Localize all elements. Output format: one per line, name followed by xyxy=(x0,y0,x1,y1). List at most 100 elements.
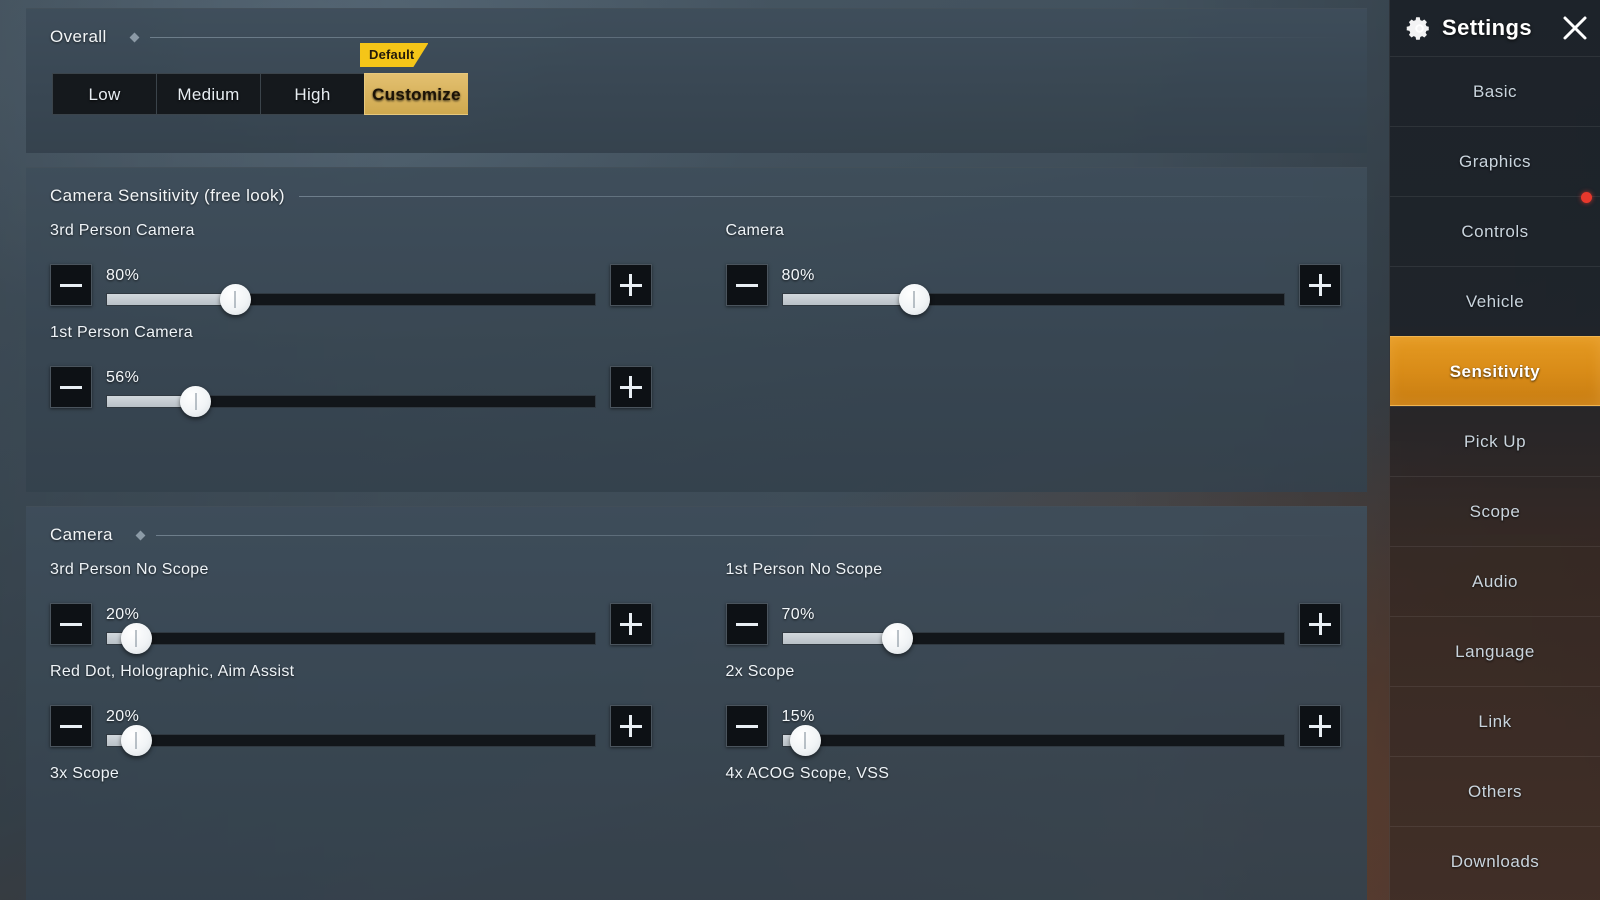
sidebar-item-label: Sensitivity xyxy=(1449,362,1541,381)
sidebar-item-label: Link xyxy=(1478,712,1512,731)
slider-thumb[interactable] xyxy=(882,623,914,654)
slider-3x-scope: 3x Scope xyxy=(50,765,652,785)
sidebar-item-label: Basic xyxy=(1472,82,1518,101)
camera-section-header: Camera xyxy=(26,507,1367,547)
slider-track[interactable] xyxy=(781,623,1285,654)
increase-button[interactable] xyxy=(1299,264,1341,306)
slider-label: 1st Person Camera xyxy=(50,324,193,341)
overall-panel: Overall Low Medium High Customize Defaul… xyxy=(26,8,1367,153)
increase-button[interactable] xyxy=(1299,705,1341,747)
sidebar-header: Settings xyxy=(1390,0,1600,56)
slider-thumb[interactable] xyxy=(219,284,251,315)
slider-thumb[interactable] xyxy=(120,725,152,756)
decrease-button[interactable] xyxy=(725,264,768,306)
slider-value: 15% xyxy=(781,708,815,725)
increase-button[interactable] xyxy=(609,603,652,645)
divider-line xyxy=(149,36,1341,38)
decrease-button[interactable] xyxy=(50,705,92,747)
slider-fill xyxy=(107,294,236,305)
slider-track[interactable] xyxy=(106,623,596,654)
settings-content: Overall Low Medium High Customize Defaul… xyxy=(0,0,1389,900)
camera-sensitivity-panel: Camera Sensitivity (free look) 3rd Perso… xyxy=(26,167,1367,492)
camera-sensitivity-title: Camera Sensitivity (free look) xyxy=(50,186,285,205)
preset-high-button[interactable]: High xyxy=(260,73,364,115)
sidebar-item-language[interactable]: Language xyxy=(1390,616,1600,686)
overall-title: Overall xyxy=(50,27,107,46)
slider-value: 56% xyxy=(106,369,140,386)
divider-line xyxy=(298,195,1341,197)
sidebar-item-link[interactable]: Link xyxy=(1390,686,1600,756)
slider-fill xyxy=(782,633,898,644)
preset-customize-button[interactable]: Customize xyxy=(364,73,468,115)
increase-button[interactable] xyxy=(1299,603,1341,645)
slider-thumb[interactable] xyxy=(898,284,930,315)
slider-track[interactable] xyxy=(106,284,596,315)
slider-track[interactable] xyxy=(106,725,596,756)
diamond-icon xyxy=(135,530,146,540)
slider-label: Red Dot, Holographic, Aim Assist xyxy=(50,663,295,680)
sidebar-item-label: Scope xyxy=(1469,502,1521,521)
sidebar-item-label: Audio xyxy=(1472,572,1518,591)
sidebar-item-label: Vehicle xyxy=(1465,292,1525,311)
camera-grid: 3rd Person No Scope 20% Red Dot, Hologra… xyxy=(26,547,1367,791)
gear-icon xyxy=(1406,15,1433,42)
sidebar-item-label: Downloads xyxy=(1450,852,1540,871)
decrease-button[interactable] xyxy=(50,366,92,408)
slider-value: 20% xyxy=(106,606,140,623)
decrease-button[interactable] xyxy=(50,264,92,306)
slider-red-dot-holographic-aim-assist: Red Dot, Holographic, Aim Assist 20% xyxy=(50,663,652,756)
slider-track[interactable] xyxy=(781,725,1285,756)
slider-camera: Camera 80% xyxy=(725,222,1341,315)
settings-sidebar: Settings Basic Graphics Controls Vehicle… xyxy=(1389,0,1600,900)
slider-value: 80% xyxy=(106,267,140,284)
close-icon[interactable] xyxy=(1560,13,1590,43)
decrease-button[interactable] xyxy=(725,705,768,747)
quality-preset-group: Low Medium High Customize Default xyxy=(52,43,472,115)
slider-label: 3rd Person No Scope xyxy=(50,561,209,578)
slider-value: 70% xyxy=(781,606,815,623)
slider-fill xyxy=(782,294,915,305)
preset-medium-button[interactable]: Medium xyxy=(156,73,260,115)
sidebar-title: Settings xyxy=(1442,15,1532,40)
camera-panel: Camera 3rd Person No Scope 20% Red Dot, … xyxy=(26,506,1367,900)
slider-track[interactable] xyxy=(106,386,596,417)
slider-value: 80% xyxy=(781,267,815,284)
sidebar-item-downloads[interactable]: Downloads xyxy=(1390,826,1600,896)
sidebar-item-vehicle[interactable]: Vehicle xyxy=(1390,266,1600,336)
decrease-button[interactable] xyxy=(725,603,768,645)
slider-label: Camera xyxy=(725,222,785,239)
slider-label: 3x Scope xyxy=(50,765,120,782)
increase-button[interactable] xyxy=(609,705,652,747)
sidebar-item-pick-up[interactable]: Pick Up xyxy=(1390,406,1600,476)
camera-sensitivity-left-column: 3rd Person Camera 80% 1st Person Camera … xyxy=(50,208,696,417)
sidebar-item-others[interactable]: Others xyxy=(1390,756,1600,826)
slider-track[interactable] xyxy=(781,284,1285,315)
camera-title: Camera xyxy=(50,525,113,544)
sidebar-item-controls[interactable]: Controls xyxy=(1390,192,1600,266)
slider-1st-person-no-scope: 1st Person No Scope 70% xyxy=(725,561,1341,654)
slider-thumb[interactable] xyxy=(180,386,212,417)
decrease-button[interactable] xyxy=(50,603,92,645)
slider-value: 20% xyxy=(106,708,140,725)
slider-3rd-person-camera: 3rd Person Camera 80% xyxy=(50,222,652,315)
notification-badge-icon xyxy=(1581,192,1592,203)
sidebar-item-basic[interactable]: Basic xyxy=(1390,56,1600,126)
overall-section-header: Overall xyxy=(26,9,1367,49)
slider-thumb[interactable] xyxy=(120,623,152,654)
slider-thumb[interactable] xyxy=(789,725,821,756)
slider-2x-scope: 2x Scope 15% xyxy=(725,663,1341,756)
camera-right-column: 1st Person No Scope 70% 2x Scope 15% 4x … xyxy=(696,547,1341,791)
sidebar-item-label: Others xyxy=(1467,782,1523,801)
increase-button[interactable] xyxy=(609,366,652,408)
sidebar-item-sensitivity[interactable]: Sensitivity xyxy=(1390,336,1600,406)
slider-1st-person-camera: 1st Person Camera 56% xyxy=(50,324,652,417)
slider-label: 2x Scope xyxy=(725,663,795,680)
increase-button[interactable] xyxy=(609,264,652,306)
sidebar-item-audio[interactable]: Audio xyxy=(1390,546,1600,616)
preset-low-button[interactable]: Low xyxy=(52,73,156,115)
divider-line xyxy=(155,534,1341,536)
sidebar-item-graphics[interactable]: Graphics xyxy=(1390,126,1600,196)
camera-left-column: 3rd Person No Scope 20% Red Dot, Hologra… xyxy=(50,547,696,791)
sidebar-item-scope[interactable]: Scope xyxy=(1390,476,1600,546)
slider-label: 3rd Person Camera xyxy=(50,222,195,239)
